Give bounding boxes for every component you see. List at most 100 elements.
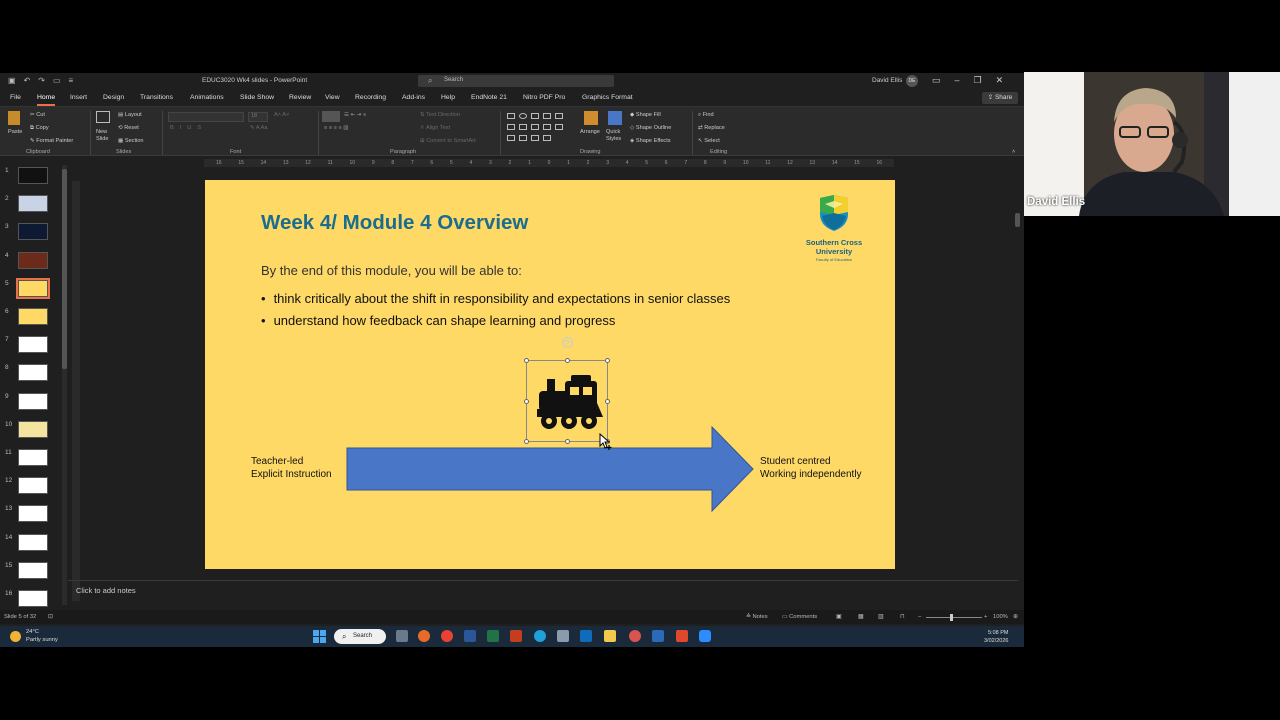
grow-font-icon[interactable]: A˄ A˅ (274, 112, 289, 118)
arrange-button[interactable]: Arrange (580, 129, 600, 135)
zoom-out-icon[interactable]: – (918, 614, 921, 620)
slideshow-view-icon[interactable]: ⊓ (900, 614, 905, 620)
slide-thumbnail[interactable]: 3 (0, 221, 60, 249)
slide-thumbnail[interactable]: 5 (0, 277, 60, 306)
shape-rect2-icon[interactable] (507, 124, 515, 130)
slide-thumbnail[interactable]: 8 (0, 362, 60, 390)
slide-thumbnail[interactable]: 2 (0, 193, 60, 221)
shape-bracket-icon[interactable] (543, 135, 551, 141)
train-icon[interactable] (535, 373, 603, 431)
text-direction-button[interactable]: ⇅ Text Direction (420, 112, 460, 118)
fit-slide-icon[interactable]: ⊕ (1013, 614, 1018, 620)
undo-icon[interactable]: ↶ (24, 76, 31, 85)
participant-video[interactable]: David Ellis (1024, 72, 1280, 216)
slide-thumbnail-image[interactable] (18, 251, 48, 269)
browser-icon[interactable] (629, 630, 641, 642)
tab-endnote[interactable]: EndNote 21 (471, 94, 507, 101)
slide-thumbnail[interactable]: 14 (0, 532, 60, 560)
task-view-icon[interactable] (396, 630, 408, 642)
paste-icon[interactable] (8, 111, 20, 125)
tab-review[interactable]: Review (289, 94, 311, 101)
slide-title[interactable]: Week 4/ Module 4 Overview (261, 211, 528, 235)
teacher-led-label[interactable]: Teacher-led Explicit Instruction (251, 456, 332, 481)
shape-star-icon[interactable] (555, 124, 563, 130)
slide-thumbnail[interactable]: 1 (0, 165, 60, 193)
zoom-level[interactable]: 100% (993, 614, 1008, 620)
font-family-select[interactable] (168, 112, 244, 122)
word-icon[interactable] (464, 630, 476, 642)
shape-triangle-icon[interactable] (519, 124, 527, 130)
close-icon[interactable]: ✕ (996, 75, 1004, 86)
shape-oval-icon[interactable] (519, 113, 527, 119)
zoom-slider-thumb[interactable] (950, 614, 953, 621)
reading-view-icon[interactable]: ▥ (878, 614, 883, 620)
windows-start-icon[interactable] (313, 630, 326, 643)
slide-thumbnail-image[interactable] (18, 308, 48, 325)
shape-callout-icon[interactable] (531, 135, 539, 141)
tab-file[interactable]: File (10, 94, 21, 101)
shape-textbox-icon[interactable] (531, 113, 539, 119)
tab-home[interactable]: Home (37, 94, 56, 106)
slide-thumbnail[interactable]: 12 (0, 475, 60, 503)
slide-thumbnail-image[interactable] (18, 420, 48, 438)
powerpoint-icon[interactable] (510, 630, 522, 642)
slide-thumbnail-image[interactable] (18, 364, 48, 382)
restore-icon[interactable]: ❐ (974, 75, 982, 86)
tab-insert[interactable]: Insert (70, 94, 87, 101)
shape-rect-icon[interactable] (507, 113, 515, 119)
ribbon-display-icon[interactable]: ▭ (932, 75, 941, 86)
slide-thumbnail[interactable]: 7 (0, 334, 60, 362)
bullet-item[interactable]: understand how feedback can shape learni… (261, 313, 730, 328)
tab-graphics-format[interactable]: Graphics Format (582, 94, 633, 101)
slide-thumbnail-image[interactable] (18, 195, 48, 213)
resize-handle[interactable] (565, 358, 570, 363)
system-clock[interactable]: 5:08 PM 3/02/2026 (984, 629, 1008, 645)
thumbnail-scrollbar[interactable] (62, 165, 67, 605)
numbering-icon[interactable]: ☰ ⇤ ⇥ ≡ (344, 112, 366, 118)
slide-thumbnail[interactable]: 13 (0, 503, 60, 531)
slide-scroll-thumb[interactable] (1015, 213, 1020, 227)
shapes-gallery[interactable] (505, 112, 577, 146)
shape-line-icon[interactable] (543, 113, 551, 119)
file-explorer-icon[interactable] (604, 630, 616, 642)
train-image-selection[interactable] (524, 358, 610, 444)
resize-handle[interactable] (605, 358, 610, 363)
zoom-in-icon[interactable]: + (984, 614, 987, 620)
tab-animations[interactable]: Animations (190, 94, 224, 101)
slide-thumbnail[interactable]: 4 (0, 250, 60, 278)
slide-thumbnail-image[interactable] (18, 167, 48, 184)
arrange-icon[interactable] (584, 111, 598, 125)
paste-button[interactable]: Paste (8, 129, 22, 135)
app-icon-3[interactable] (676, 630, 688, 642)
chrome-icon[interactable] (441, 630, 453, 642)
layout-button[interactable]: ▤ Layout (118, 112, 142, 118)
font-color-icon[interactable]: ✎ A Aa (250, 125, 267, 131)
user-name[interactable]: David Ellis (872, 77, 902, 84)
slide-thumbnail-image[interactable] (18, 590, 48, 607)
tab-view[interactable]: View (325, 94, 340, 101)
excel-icon[interactable] (487, 630, 499, 642)
thumbnail-scroll-thumb[interactable] (62, 169, 67, 369)
tab-help[interactable]: Help (441, 94, 455, 101)
replace-button[interactable]: ⇄ Replace (698, 125, 725, 131)
select-button[interactable]: ↖ Select (698, 138, 720, 144)
shape-heart-icon[interactable] (507, 135, 515, 141)
slide-intro-text[interactable]: By the end of this module, you will be a… (261, 263, 522, 278)
firefox-icon[interactable] (418, 630, 430, 642)
slide-sorter-icon[interactable]: ▦ (858, 614, 863, 620)
notes-pane[interactable]: Click to add notes (68, 580, 1018, 600)
shape-curve-icon[interactable] (543, 124, 551, 130)
collapse-ribbon-icon[interactable]: ˄ (1012, 149, 1015, 155)
shape-fill-button[interactable]: ◆ Shape Fill (630, 112, 661, 118)
notes-button[interactable]: ≙ Notes (746, 614, 768, 620)
slide-thumbnail[interactable]: 10 (0, 419, 60, 447)
shape-arrow-icon[interactable] (555, 113, 563, 119)
convert-smartart-button[interactable]: ⊞ Convert to SmartArt (420, 138, 476, 144)
rotate-handle[interactable]: ⟳ (562, 337, 573, 348)
zoom-icon[interactable] (699, 630, 711, 642)
slide-thumbnail-image[interactable] (18, 533, 48, 551)
align-icons[interactable]: ≡ ≡ ≡ ≡ ▥ (324, 125, 349, 131)
slide-thumbnail-image[interactable] (18, 449, 48, 466)
slide-thumbnail-image[interactable] (18, 223, 48, 241)
slide-thumbnail[interactable]: 15 (0, 560, 60, 588)
